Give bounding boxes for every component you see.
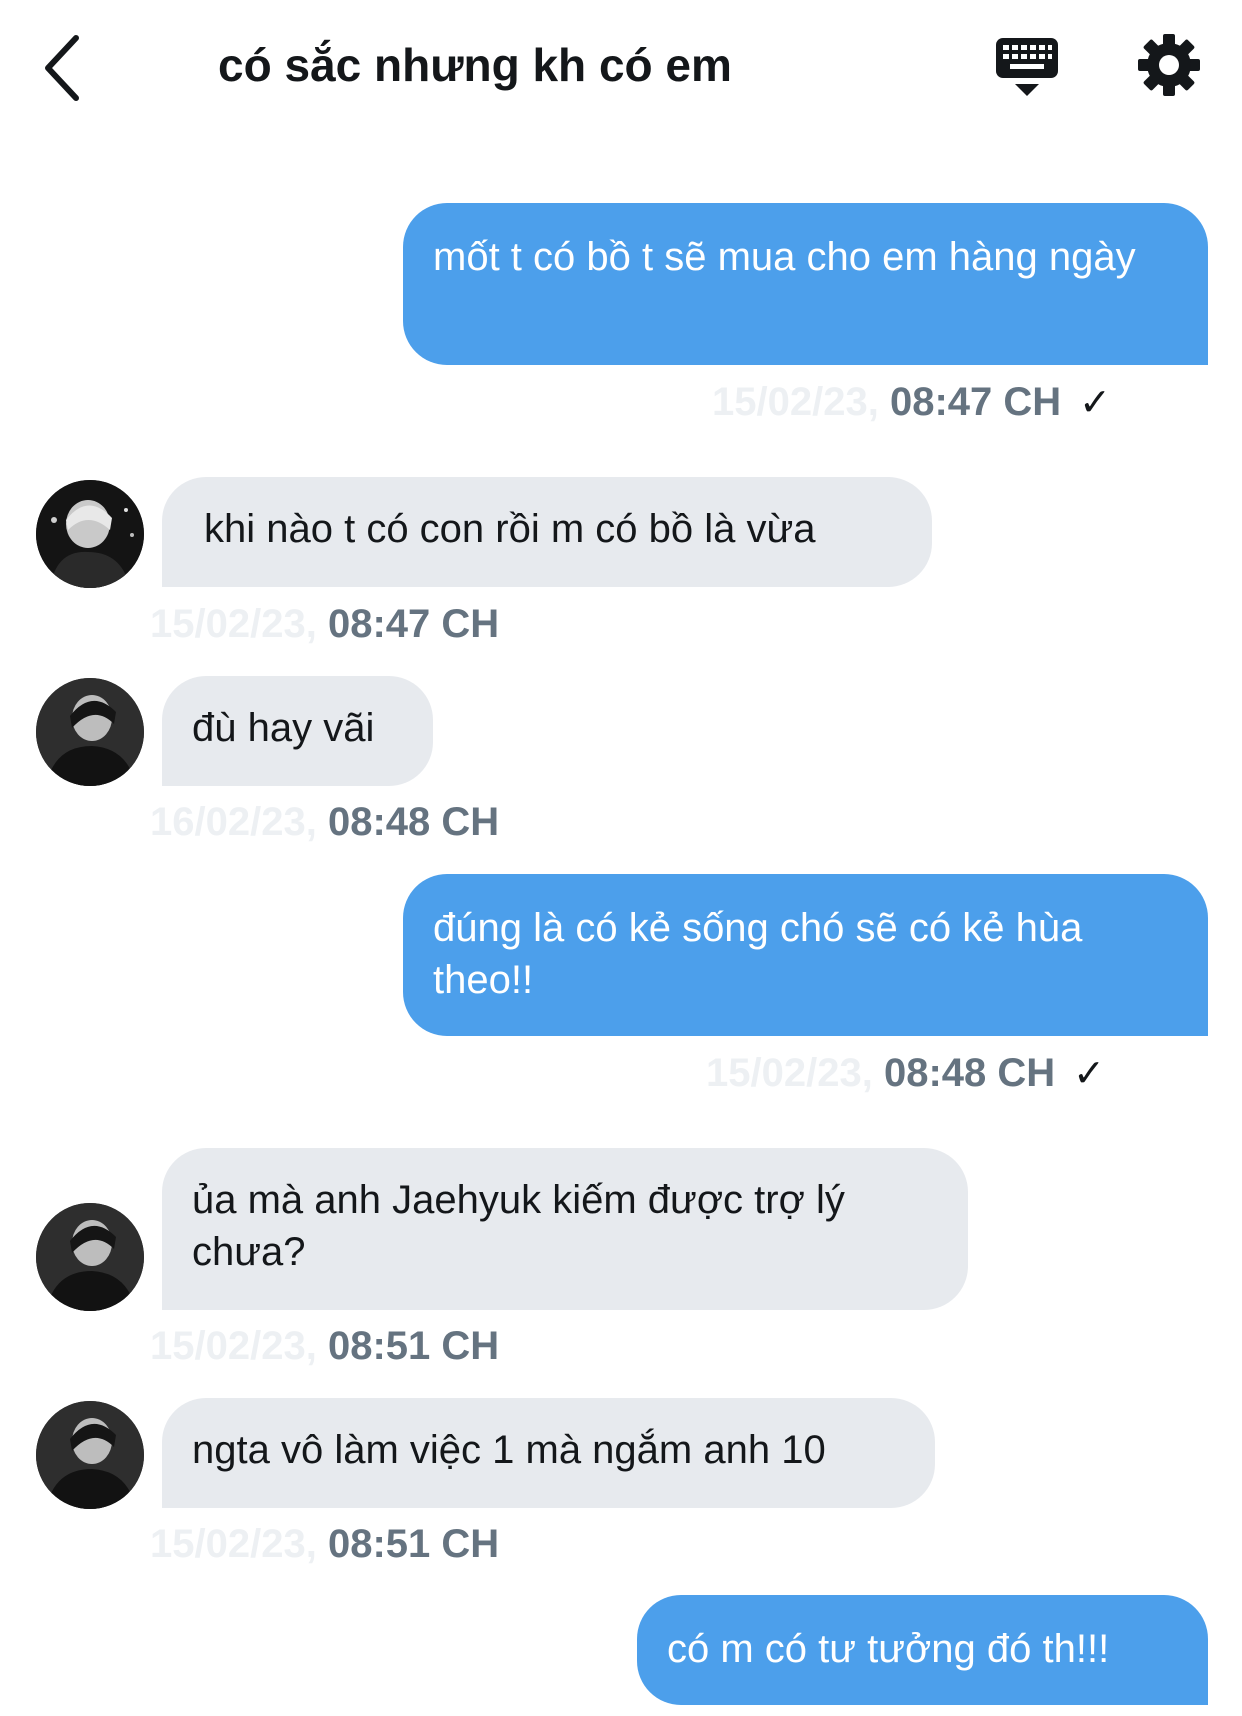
- avatar-photo: [36, 480, 144, 588]
- message-time: 08:51 CH: [327, 1324, 500, 1368]
- back-button[interactable]: [36, 30, 96, 106]
- message-date: 15/02/23,: [712, 380, 879, 424]
- avatar-photo: [36, 1401, 144, 1509]
- message-bubble-outgoing[interactable]: mốt t có bồ t sẽ mua cho em hàng ngày: [403, 203, 1208, 365]
- message-text: khi nào t có con rồi m có bồ là vừa: [204, 507, 816, 551]
- message-text: đúng là có kẻ sống chó sẽ có kẻ hùa theo…: [433, 906, 1083, 1002]
- avatar[interactable]: [36, 1203, 144, 1311]
- message-text: đù hay vãi: [192, 706, 375, 750]
- sent-check-icon: ✓: [1079, 382, 1111, 424]
- sent-check-icon: ✓: [1073, 1053, 1105, 1095]
- message-bubble-incoming[interactable]: ủa mà anh Jaehyuk kiếm được trợ lý chưa?: [162, 1148, 968, 1310]
- message-time: 08:48 CH: [883, 1051, 1056, 1095]
- message-timestamp: 15/02/23, 08:47 CH: [150, 602, 499, 647]
- message-text: có m có tư tưởng đó th!!!: [667, 1627, 1110, 1671]
- keyboard-button[interactable]: [994, 36, 1060, 100]
- chevron-left-icon: [45, 35, 79, 101]
- message-time: 08:51 CH: [327, 1522, 500, 1566]
- message-text: ủa mà anh Jaehyuk kiếm được trợ lý chưa?: [192, 1178, 845, 1274]
- message-time: 08:47 CH: [327, 602, 500, 646]
- message-bubble-outgoing[interactable]: đúng là có kẻ sống chó sẽ có kẻ hùa theo…: [403, 874, 1208, 1036]
- settings-button[interactable]: [1136, 32, 1202, 98]
- message-date: 15/02/23,: [706, 1051, 873, 1095]
- message-timestamp: 16/02/23, 08:48 CH: [150, 800, 499, 845]
- message-text: mốt t có bồ t sẽ mua cho em hàng ngày: [433, 235, 1136, 279]
- avatar[interactable]: [36, 480, 144, 588]
- message-time: 08:47 CH: [889, 380, 1062, 424]
- avatar-photo: [36, 1203, 144, 1311]
- message-text: ngta vô làm việc 1 mà ngắm anh 10: [192, 1428, 826, 1472]
- message-date: 16/02/23,: [150, 800, 317, 844]
- conversation-title: có sắc nhưng kh có em: [218, 39, 732, 91]
- message-date: 15/02/23,: [150, 1522, 317, 1566]
- message-time: 08:48 CH: [327, 800, 500, 844]
- message-timestamp: 15/02/23, 08:51 CH: [150, 1324, 499, 1369]
- message-bubble-incoming[interactable]: đù hay vãi: [162, 676, 433, 786]
- message-date: 15/02/23,: [150, 602, 317, 646]
- avatar-photo: [36, 678, 144, 786]
- message-timestamp: 15/02/23, 08:48 CH ✓: [706, 1051, 1105, 1096]
- chat-header: có sắc nhưng kh có em: [0, 0, 1242, 140]
- avatar[interactable]: [36, 1401, 144, 1509]
- message-bubble-incoming[interactable]: ngta vô làm việc 1 mà ngắm anh 10: [162, 1398, 935, 1508]
- message-bubble-outgoing[interactable]: có m có tư tưởng đó th!!!: [637, 1595, 1208, 1705]
- avatar[interactable]: [36, 678, 144, 786]
- message-date: 15/02/23,: [150, 1324, 317, 1368]
- gear-icon: [1138, 34, 1200, 96]
- message-timestamp: 15/02/23, 08:51 CH: [150, 1522, 499, 1567]
- message-timestamp: 15/02/23, 08:47 CH ✓: [712, 380, 1111, 425]
- keyboard-icon: [996, 38, 1058, 96]
- message-bubble-incoming[interactable]: khi nào t có con rồi m có bồ là vừa: [162, 477, 932, 587]
